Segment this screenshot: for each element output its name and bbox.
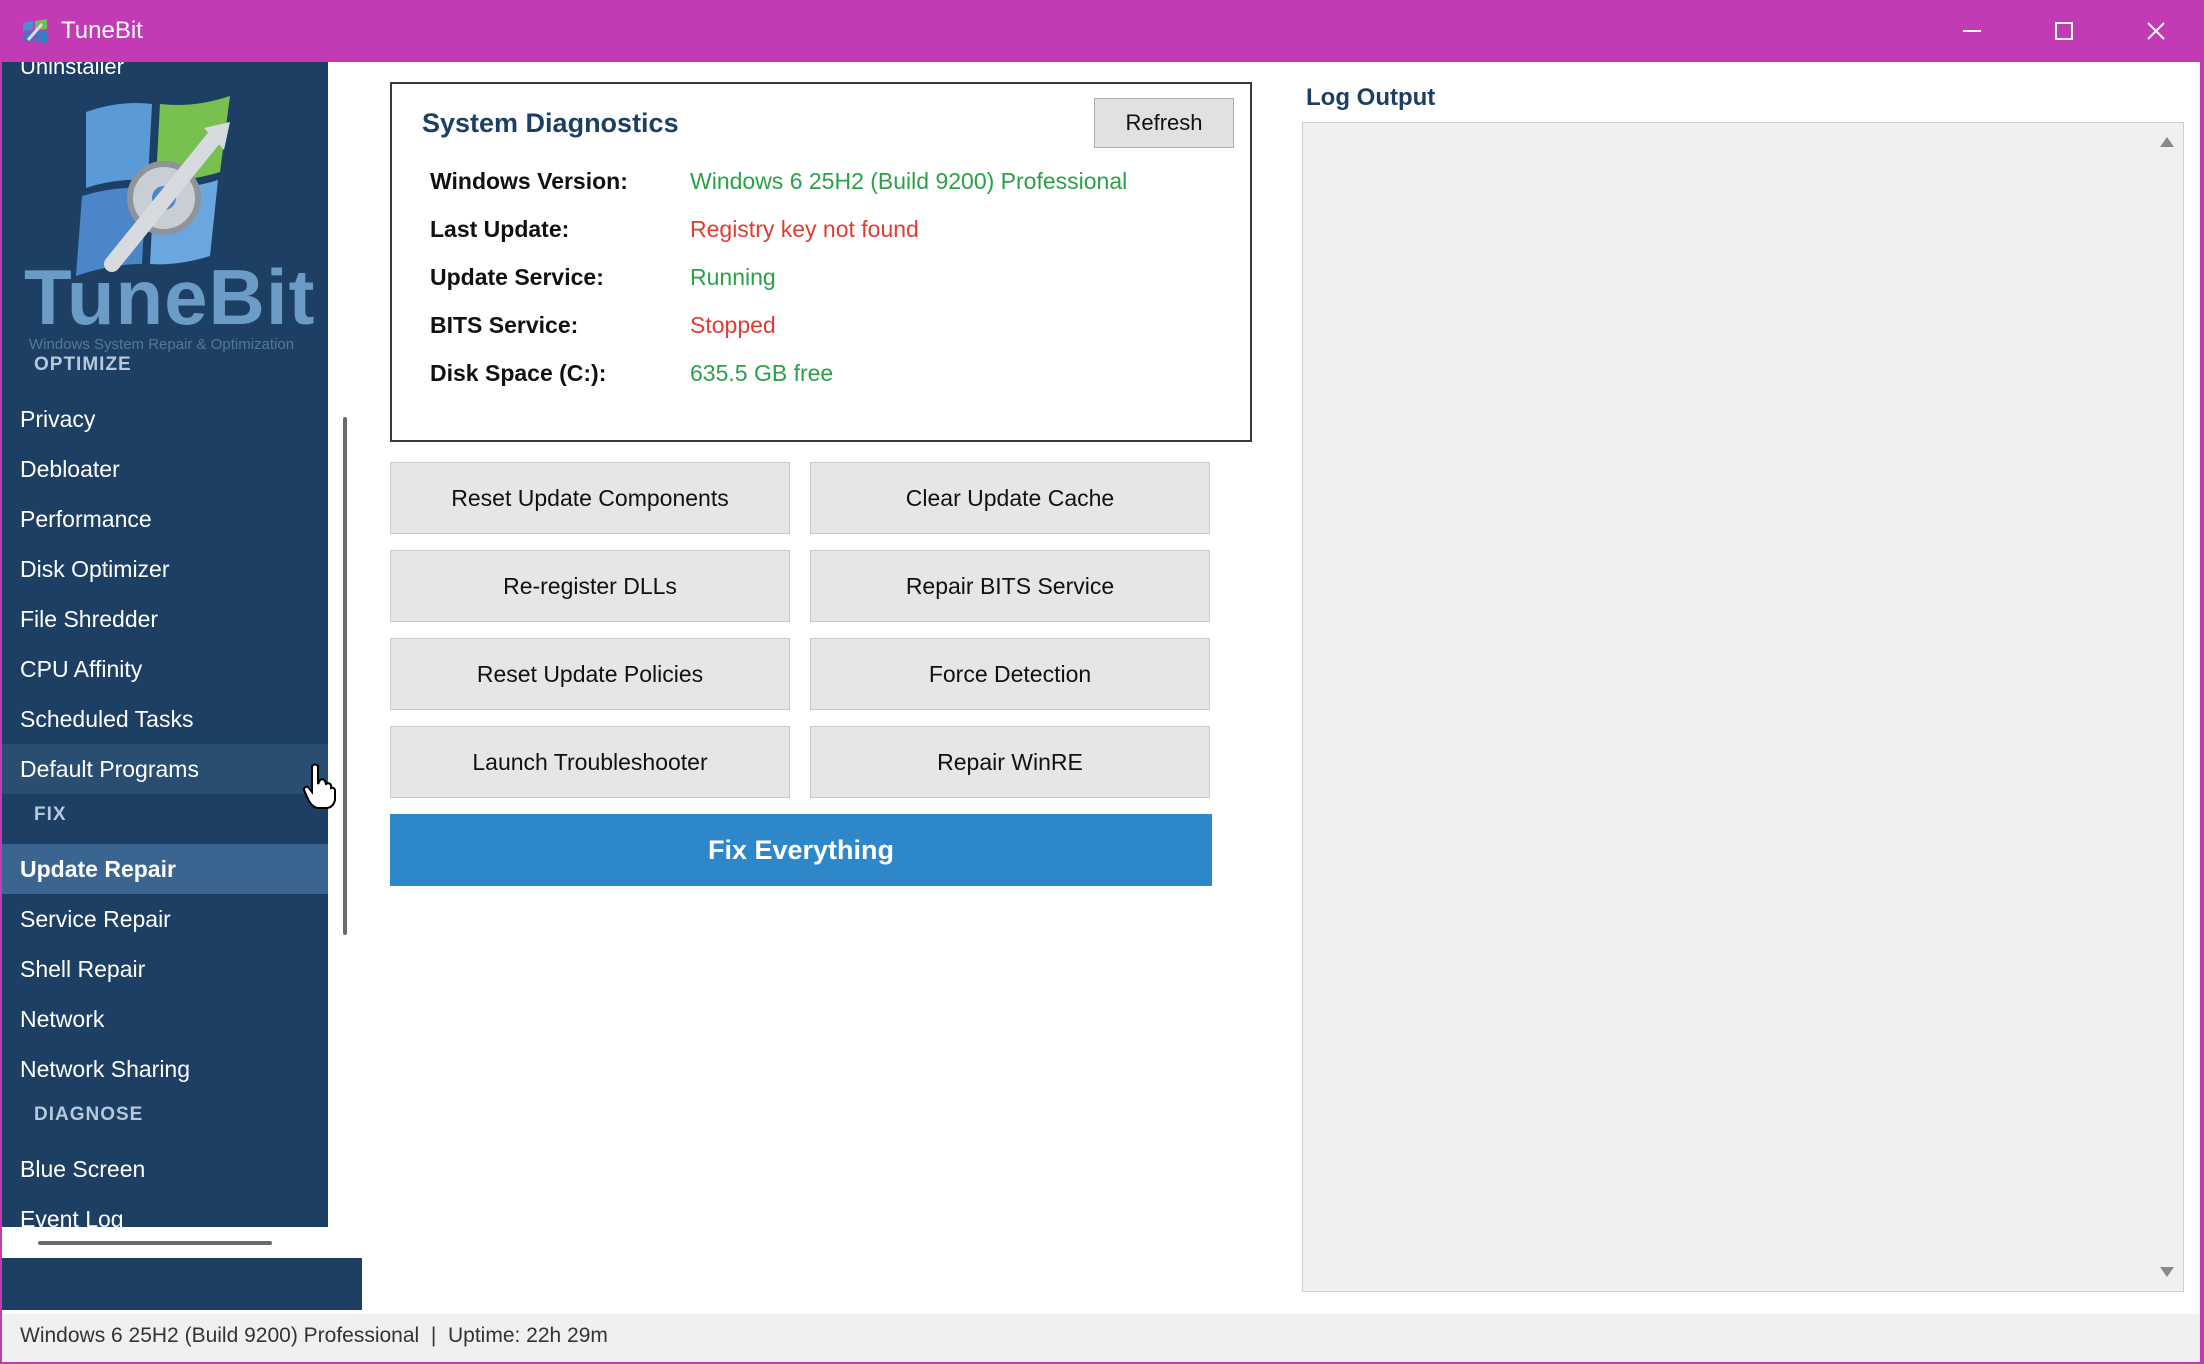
sidebar-vertical-scrollbar[interactable] [343,417,347,935]
last-update-value: Registry key not found [690,216,919,242]
log-output-title: Log Output [1306,84,1436,111]
minimize-icon [1963,30,1981,32]
minimize-button[interactable] [1926,0,2018,62]
reset-update-policies-button[interactable]: Reset Update Policies [390,638,790,710]
sidebar-item-default-programs[interactable]: Default Programs [2,744,328,794]
system-diagnostics-panel: System Diagnostics Refresh Windows Versi… [390,82,1252,442]
update-service-label: Update Service: [430,264,604,290]
section-header-fix: FIX [34,804,67,825]
launch-troubleshooter-button[interactable]: Launch Troubleshooter [390,726,790,798]
sidebar-item-disk-optimizer[interactable]: Disk Optimizer [2,544,328,594]
windows-version-value: Windows 6 25H2 (Build 9200) Professional [690,168,1128,194]
logo-wordmark: TuneBit [24,253,316,341]
section-header-diagnose: DIAGNOSE [34,1104,144,1125]
sidebar-item-blue-screen[interactable]: Blue Screen [2,1144,328,1194]
sidebar-item-shell-repair[interactable]: Shell Repair [2,944,328,994]
sidebar-footer [2,1258,362,1310]
close-button[interactable] [2110,0,2202,62]
sidebar-item-debloater[interactable]: Debloater [2,444,328,494]
maximize-button[interactable] [2018,0,2110,62]
sidebar-item-performance[interactable]: Performance [2,494,328,544]
force-detection-button[interactable]: Force Detection [810,638,1210,710]
window-client: Uninstaller TuneBit Windows System Repai… [2,62,2200,1362]
bits-service-value: Stopped [690,312,776,338]
clear-update-cache-button[interactable]: Clear Update Cache [810,462,1210,534]
app-icon [23,19,47,43]
window-title: TuneBit [61,17,143,44]
windows-version-label: Windows Version: [430,168,628,194]
reregister-dlls-button[interactable]: Re-register DLLs [390,550,790,622]
log-output-textarea[interactable] [1302,122,2184,1292]
sidebar-item-cpu-affinity[interactable]: CPU Affinity [2,644,328,694]
sidebar-item-service-repair[interactable]: Service Repair [2,894,328,944]
diagnostics-title: System Diagnostics [422,108,679,138]
sidebar-item-file-shredder[interactable]: File Shredder [2,594,328,644]
sidebar: Uninstaller TuneBit Windows System Repai… [2,62,328,1227]
status-bar-text: Windows 6 25H2 (Build 9200) Professional… [20,1324,608,1347]
status-bar: Windows 6 25H2 (Build 9200) Professional… [2,1314,2200,1362]
last-update-label: Last Update: [430,216,570,242]
section-header-optimize: OPTIMIZE [34,354,132,375]
scroll-up-icon[interactable] [2160,137,2174,147]
sidebar-item-scheduled-tasks[interactable]: Scheduled Tasks [2,694,328,744]
sidebar-item-privacy[interactable]: Privacy [2,394,328,444]
repair-bits-service-button[interactable]: Repair BITS Service [810,550,1210,622]
close-icon [2147,22,2165,40]
disk-space-label: Disk Space (C:): [430,360,607,386]
sidebar-item-update-repair[interactable]: Update Repair [2,844,328,894]
hand-cursor-icon [302,763,336,809]
log-scrollbar[interactable] [2151,123,2183,1291]
sidebar-item-network[interactable]: Network [2,994,328,1044]
update-service-value: Running [690,264,776,290]
title-bar: TuneBit [0,0,2204,62]
maximize-icon [2055,22,2073,40]
reset-update-components-button[interactable]: Reset Update Components [390,462,790,534]
sidebar-item-uninstaller[interactable]: Uninstaller [20,62,124,80]
sidebar-horizontal-scrollbar[interactable] [38,1241,272,1245]
refresh-button[interactable]: Refresh [1094,98,1234,148]
scroll-down-icon[interactable] [2160,1267,2174,1277]
fix-everything-button[interactable]: Fix Everything [390,814,1212,886]
disk-space-value: 635.5 GB free [690,360,834,386]
sidebar-item-network-sharing[interactable]: Network Sharing [2,1044,328,1094]
sidebar-item-event-log[interactable]: Event Log [2,1194,328,1228]
repair-winre-button[interactable]: Repair WinRE [810,726,1210,798]
logo-subtitle: Windows System Repair & Optimization [29,336,295,353]
bits-service-label: BITS Service: [430,312,579,338]
